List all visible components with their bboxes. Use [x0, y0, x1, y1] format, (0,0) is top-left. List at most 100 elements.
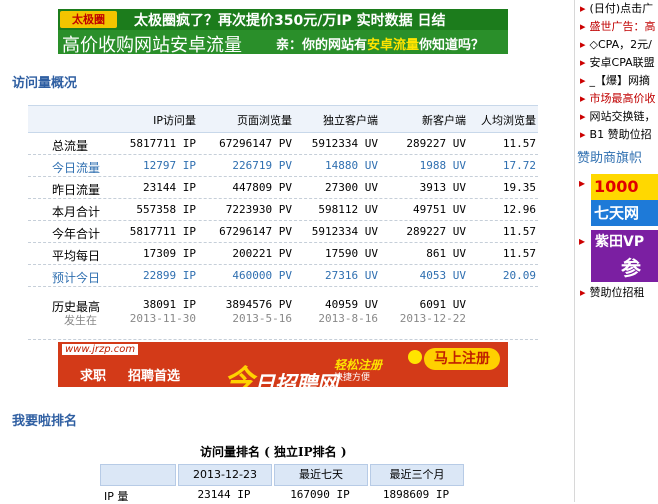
row-label: 总流量	[52, 139, 89, 153]
sidebar-link-text: 市场最高价收	[589, 92, 656, 105]
row-ip: 22899 IP	[143, 269, 196, 282]
col-pv: 页面浏览量	[237, 114, 292, 127]
row-ip: 23144 IP	[143, 181, 196, 194]
ad-tagline: 亲：你的网站有安卓流量你知道吗？	[276, 34, 484, 53]
row-ip: 557358 IP	[136, 203, 196, 216]
row-label: 预计今日	[52, 271, 101, 285]
sponsor-banner-1[interactable]: 1000 七天网	[591, 174, 658, 226]
col-ip: IP访问量	[153, 114, 196, 127]
ad-brand: 今日招聘网	[224, 356, 338, 387]
table-row: 总流量 5817711 IP 67296147 PV 5912334 UV 289227…	[28, 133, 538, 155]
row-avg: 11.57	[502, 247, 536, 260]
rank-col-quarter: 最近三个月	[370, 464, 464, 486]
bullet-icon: ▸	[580, 38, 586, 51]
history-pv-date: 2013-5-16	[232, 312, 292, 325]
col-avg: 人均浏览量	[481, 114, 536, 127]
right-sidebar: ▸ (日付)点击广 ▸ 盛世广告：高 ▸ ◇CPA，2元/▸ 安卓CPA联盟 ▸ _【爆】网摘 ▸…	[574, 0, 658, 502]
row-pv: 7223930 PV	[225, 203, 292, 216]
row-new: 861 UV	[426, 247, 466, 260]
row-pv: 67296147 PV	[219, 137, 292, 150]
sponsor-banner-2[interactable]: 紫田VP 参	[591, 230, 658, 282]
rank-col-week: 最近七天	[274, 464, 368, 486]
row-uv: 27316 UV	[325, 269, 378, 282]
bullet-icon: ▸	[579, 234, 586, 248]
row-label: 今年合计	[52, 227, 101, 241]
register-button[interactable]: 马上注册	[424, 348, 500, 370]
sponsor-footer-text: 赞助位招租	[589, 286, 645, 299]
row-pv: 67296147 PV	[219, 225, 292, 238]
ad-tagline-prefix: 亲：你的网站有	[276, 38, 368, 53]
row-ip: 5817711 IP	[129, 137, 196, 150]
table-body: 总流量 5817711 IP 67296147 PV 5912334 UV 289227…	[28, 133, 538, 287]
sidebar-link[interactable]: ▸ _【爆】网摘	[580, 72, 650, 88]
row-uv: 5912334 UV	[311, 225, 378, 238]
row-label: 今日流量	[52, 161, 101, 175]
row-pv: 226719 PV	[232, 159, 292, 172]
row-label: 本月合计	[52, 205, 101, 219]
bullet-icon: ▸	[580, 2, 586, 15]
row-new: 3913 UV	[419, 181, 466, 194]
ad-brand-rest: 日招聘网	[254, 372, 338, 387]
job-ad-banner[interactable]: www.jrzp.com 求职 招聘首选 今日招聘网 轻松注册 快捷方便 马上注…	[58, 342, 508, 387]
table-row: 平均每日 17309 IP 200221 PV 17590 UV 861 UV 11.57	[28, 243, 538, 265]
bullet-icon: ▸	[580, 128, 586, 141]
table-row: 今年合计 5817711 IP 67296147 PV 5912334 UV 28922…	[28, 221, 538, 243]
history-new-date: 2013-12-22	[399, 312, 466, 325]
row-ip: 12797 IP	[143, 159, 196, 172]
row-pv: 200221 PV	[232, 247, 292, 260]
sidebar-link[interactable]: ▸ ◇CPA，2元/	[580, 36, 652, 52]
history-pv: 3894576 PV	[225, 298, 292, 311]
ad-brand-big: 今	[224, 364, 254, 387]
sidebar-link-text: 安卓CPA联盟	[589, 56, 655, 69]
overview-title: 访问量概况	[12, 76, 78, 91]
history-uv-date: 2013-8-16	[318, 312, 378, 325]
row-uv: 5912334 UV	[311, 137, 378, 150]
sidebar-link-text: 网站交换链，	[589, 110, 656, 123]
sponsor-footer-link[interactable]: ▸ 赞助位招租	[580, 284, 645, 300]
sidebar-link[interactable]: ▸ B1 赞助位招	[580, 126, 652, 142]
history-ip-date: 2013-11-30	[129, 312, 196, 325]
row-new: 1988 UV	[419, 159, 466, 172]
table-row: 本月合计 557358 IP 7223930 PV 598112 UV 49751 UV…	[28, 199, 538, 221]
row-uv: 17590 UV	[325, 247, 378, 260]
row-uv: 598112 UV	[318, 203, 378, 216]
sponsor1-line2: 七天网	[591, 200, 658, 226]
rank-value-week: 167090 IP	[290, 488, 350, 501]
sidebar-link[interactable]: ▸ 市场最高价收	[580, 90, 656, 106]
row-new: 49751 UV	[413, 203, 466, 216]
sidebar-link[interactable]: ▸ (日付)点击广	[580, 0, 653, 16]
sidebar-link[interactable]: ▸ 网站交换链，	[580, 108, 656, 124]
bullet-icon: ▸	[580, 20, 586, 33]
ranking-table-title: 访问量排名 ( 独立IP排名 )	[200, 445, 347, 459]
table-row: 昨日流量 23144 IP 447809 PV 27300 UV 3913 UV 19.3…	[28, 177, 538, 199]
row-pv: 447809 PV	[232, 181, 292, 194]
history-ip: 38091 IP	[143, 298, 196, 311]
bullet-icon: ▸	[579, 176, 586, 190]
history-row: 历史最高 发生在 38091 IP 3894576 PV 40959 UV 60…	[28, 295, 538, 340]
rank-col-today: 2013-12-23	[178, 464, 272, 486]
ad-subheadline: 高价收购网站安卓流量	[62, 35, 242, 54]
rank-value-quarter: 1898609 IP	[382, 488, 450, 501]
row-ip: 5817711 IP	[129, 225, 196, 238]
col-new: 新客户端	[422, 114, 466, 127]
top-ad-banner[interactable]: 太极圈 太极圈疯了？再次提价350元/万IP 实时数据 日结 高价收购网站安卓流…	[58, 9, 508, 54]
ad-tagline-highlight: 安卓流量	[367, 38, 420, 53]
row-new: 289227 UV	[406, 225, 466, 238]
sponsor2-line2: 参	[621, 256, 641, 280]
rank-header-blank	[100, 464, 176, 486]
sponsor-title: 赞助商旗帜	[577, 151, 643, 166]
table-header: IP访问量 页面浏览量 独立客户端 新客户端 人均浏览量	[28, 105, 538, 133]
sidebar-link-text: ◇CPA，2元/	[589, 38, 652, 51]
sidebar-link-text: 盛世广告：高	[589, 20, 656, 33]
row-label: 平均每日	[52, 249, 101, 263]
history-new: 6091 UV	[419, 298, 466, 311]
sidebar-link[interactable]: ▸ 盛世广告：高	[580, 18, 656, 34]
bullet-icon: ▸	[580, 286, 586, 299]
table-row: 预计今日 22899 IP 460000 PV 27316 UV 4053 UV 20.0…	[28, 265, 538, 287]
sponsor2-line1: 紫田VP	[595, 234, 645, 250]
row-new: 4053 UV	[419, 269, 466, 282]
row-ip: 17309 IP	[143, 247, 196, 260]
row-avg: 12.96	[502, 203, 536, 216]
sidebar-link[interactable]: ▸ 安卓CPA联盟	[580, 54, 655, 70]
ad-left-text-1: 求职	[80, 369, 107, 384]
